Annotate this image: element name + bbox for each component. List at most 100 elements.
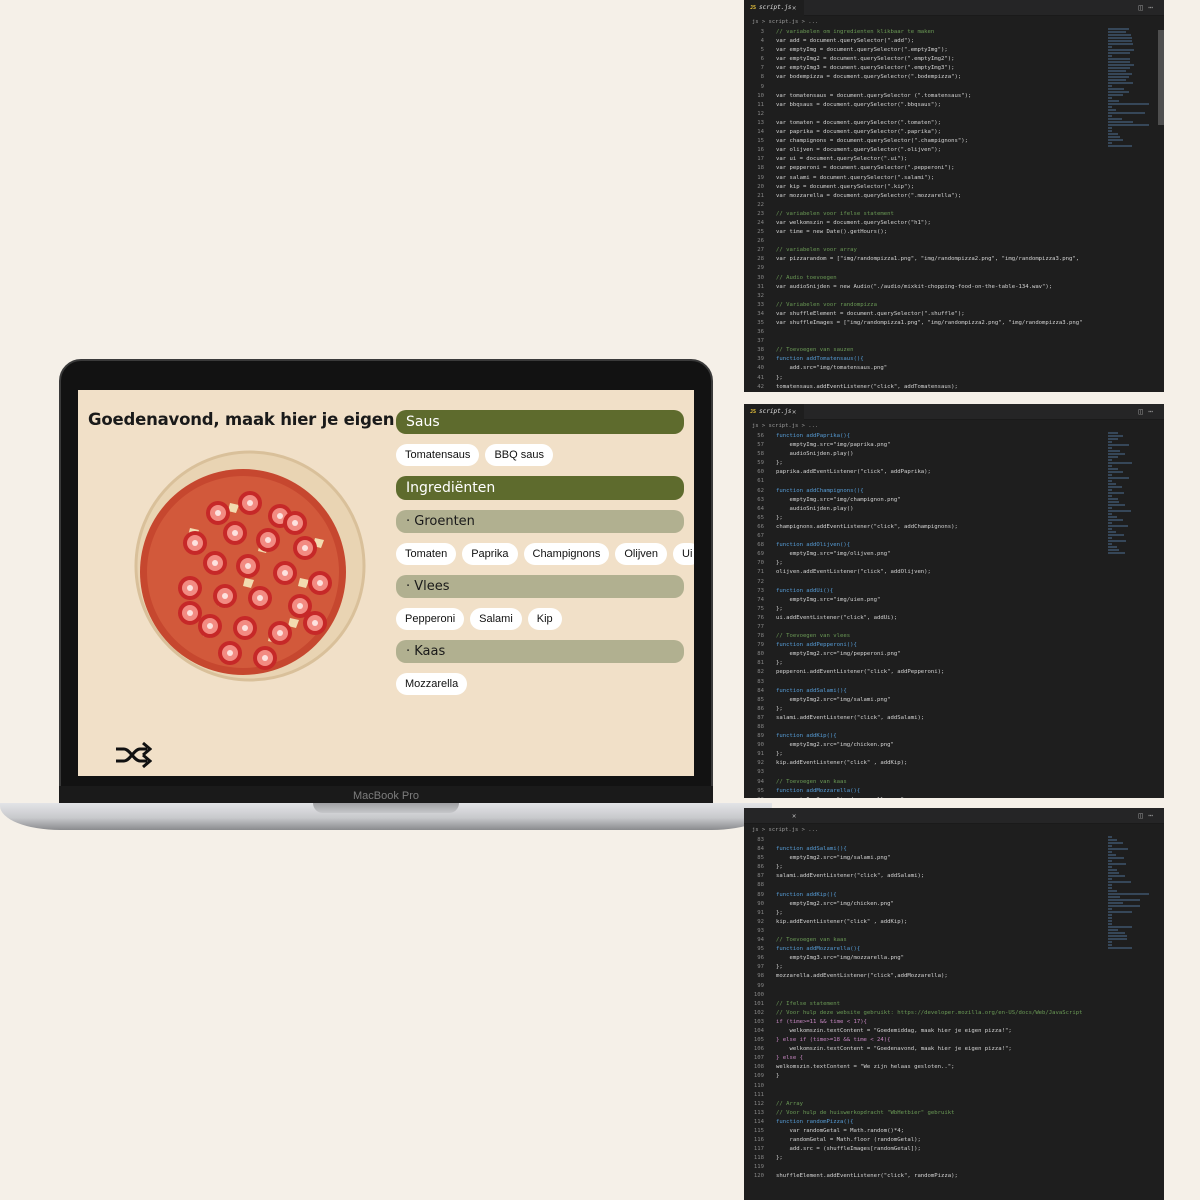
minimap-line	[1108, 121, 1134, 123]
line-number: 19	[757, 174, 764, 181]
minimap-line	[1108, 447, 1112, 449]
code-area[interactable]: 83 84 function addSalami(){85 emptyImg2.sr…	[744, 836, 1164, 1182]
tomaten-button[interactable]: Tomaten	[396, 543, 457, 565]
mozzarella-button[interactable]: Mozzarella	[396, 673, 468, 695]
section-ingredienten-title: Ingrediënten	[396, 476, 684, 500]
salami-button[interactable]: Salami	[470, 608, 522, 630]
minimap[interactable]	[1108, 28, 1158, 392]
line-number: 83	[757, 678, 764, 685]
pizza-tomato-slice	[183, 531, 207, 555]
olijven-button[interactable]: Olijven	[615, 543, 667, 565]
line-number: 95	[757, 946, 764, 953]
minimap-line	[1108, 504, 1125, 506]
minimap-line	[1108, 845, 1112, 847]
pizza-tomato-slice	[198, 614, 222, 638]
code-text: champignons.addEventListener("click", ad…	[776, 523, 958, 530]
split-editor-icon[interactable]: ◫⋯	[1138, 808, 1158, 824]
shuffle-icon[interactable]	[114, 740, 152, 770]
close-tab-icon[interactable]: ✕	[792, 404, 796, 420]
code-line: 71 olijven.addEventListener("click", addO…	[744, 568, 1164, 577]
code-line: 74 emptyImg.src="img/uien.png"	[744, 596, 1164, 605]
minimap-line	[1108, 31, 1127, 33]
code-line: 95 function addMozzarella(){	[744, 787, 1164, 796]
code-line: 100	[744, 991, 1164, 1000]
code-text: // Voor hulp de huiswerkopdracht "WbHetb…	[776, 1109, 955, 1116]
code-line: 5 var emptyImg = document.querySelector("…	[744, 46, 1164, 55]
split-editor-icon[interactable]: ◫⋯	[1138, 404, 1158, 420]
code-line: 81};	[744, 659, 1164, 668]
line-number: 110	[753, 1082, 764, 1089]
code-line: 103 if (time>=11 && time < 17){	[744, 1018, 1164, 1027]
line-number: 7	[760, 65, 764, 72]
minimap-line	[1108, 435, 1124, 437]
minimap-line	[1108, 878, 1112, 880]
line-number: 86	[757, 864, 764, 871]
line-number: 29	[757, 265, 764, 272]
split-editor-icon[interactable]: ◫⋯	[1138, 0, 1158, 16]
code-text: paprika.addEventListener("click", addPap…	[776, 469, 931, 476]
code-line: 94 // Toevoegen van kaas	[744, 936, 1164, 945]
minimap-line	[1108, 103, 1149, 105]
code-text: var ui = document.querySelector(".ui");	[776, 156, 908, 163]
pizza-tomato-slice	[293, 536, 317, 560]
code-text: emptyImg2.src="img/chicken.png"	[776, 900, 894, 907]
line-number: 83	[757, 837, 764, 843]
line-number: 8	[760, 74, 764, 81]
minimap-line	[1108, 465, 1112, 467]
minimap-line	[1108, 474, 1112, 476]
code-text: welkomszin.textContent = "Goedemiddag, m…	[776, 1027, 1012, 1034]
code-line: 88	[744, 723, 1164, 732]
minimap[interactable]	[1108, 836, 1158, 1182]
ui-button[interactable]: Ui	[673, 543, 694, 565]
minimap-line	[1108, 513, 1112, 515]
minimap[interactable]	[1108, 432, 1158, 798]
close-tab-icon[interactable]: ✕	[792, 0, 796, 16]
minimap-line	[1108, 899, 1140, 901]
line-number: 94	[757, 937, 764, 944]
line-number: 60	[757, 469, 764, 476]
paprika-button[interactable]: Paprika	[462, 543, 518, 565]
minimap-line	[1108, 118, 1122, 120]
champignons-button[interactable]: Champignons	[523, 543, 610, 565]
line-number: 85	[757, 696, 764, 703]
code-text: }	[776, 1073, 780, 1080]
code-line: 12	[744, 110, 1164, 119]
minimap-line	[1108, 489, 1112, 491]
minimap-line	[1108, 516, 1118, 518]
minimap-line	[1108, 471, 1124, 473]
tomatensaus-button[interactable]: Tomatensaus	[396, 444, 480, 466]
scrollbar-thumb[interactable]	[1158, 30, 1164, 125]
pepperoni-button[interactable]: Pepperoni	[396, 608, 465, 630]
code-text: emptyImg.src="img/paprika.png"	[776, 442, 891, 449]
minimap-line	[1108, 64, 1134, 66]
code-text: // Toevoegen van sauzen	[776, 347, 854, 354]
code-area[interactable]: 3 // variabelen om ingredienten klikbaar …	[744, 28, 1164, 392]
bbq-saus-button[interactable]: BBQ saus	[485, 444, 553, 466]
minimap-line	[1108, 70, 1126, 72]
minimap-line	[1108, 854, 1117, 856]
line-number: 109	[753, 1073, 764, 1080]
close-tab-icon[interactable]: ✕	[792, 808, 796, 824]
pizza-tomato-slice	[256, 528, 280, 552]
code-line: 29	[744, 264, 1164, 273]
code-line: 60 paprika.addEventListener("click", addP…	[744, 468, 1164, 477]
code-text: tomatensaus.addEventListener("click", ad…	[776, 383, 958, 390]
kip-button[interactable]: Kip	[527, 608, 562, 630]
line-number: 33	[757, 301, 764, 308]
pizza-tomato-slice	[268, 621, 292, 645]
minimap-line	[1108, 94, 1123, 96]
code-text: emptyImg.src="img/champignon.png"	[776, 496, 901, 503]
line-number: 81	[757, 660, 764, 667]
code-text: function addMozzarella(){	[776, 946, 861, 953]
minimap-line	[1108, 145, 1133, 147]
code-text: salami.addEventListener("click", addSala…	[776, 714, 925, 721]
code-area[interactable]: 56 function addPaprika(){57 emptyImg.src=…	[744, 432, 1164, 798]
code-text: if (time>=11 && time < 17){	[776, 1018, 867, 1025]
minimap-line	[1108, 914, 1112, 916]
line-number: 85	[757, 855, 764, 862]
code-line: 62 function addChampignons(){	[744, 487, 1164, 496]
line-number: 90	[757, 900, 764, 907]
code-line: 34 var shuffleElement = document.querySel…	[744, 310, 1164, 319]
minimap-line	[1108, 486, 1122, 488]
laptop-notch	[313, 803, 459, 813]
